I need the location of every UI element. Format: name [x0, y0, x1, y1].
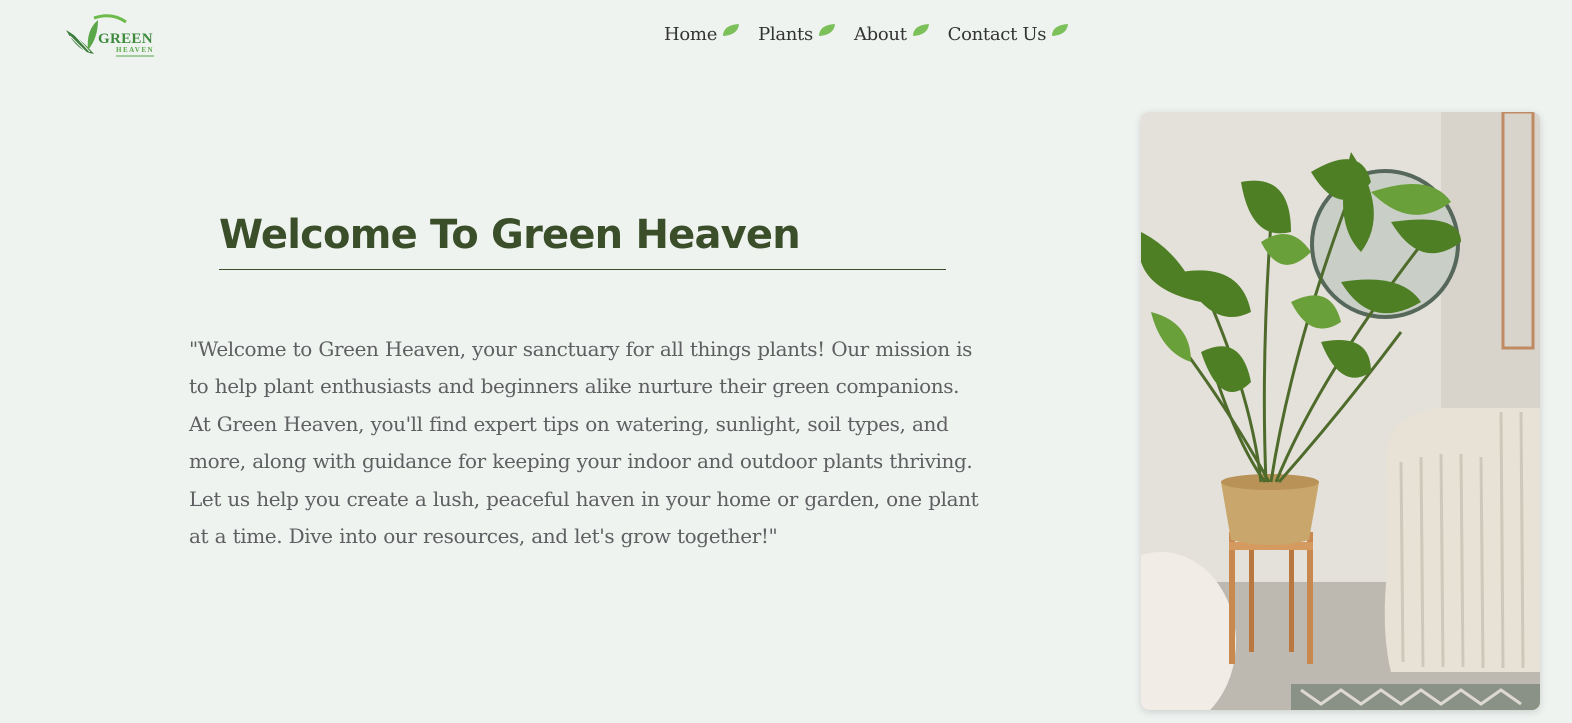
nav-contact[interactable]: Contact Us: [948, 22, 1070, 48]
intro-paragraph: "Welcome to Green Heaven, your sanctuary…: [189, 337, 979, 549]
leaf-icon: [1052, 24, 1069, 36]
nav-contact-label: Contact Us: [947, 24, 1047, 45]
logo-subword: HEAVEN: [116, 46, 155, 54]
nav-home-label: Home: [664, 24, 718, 45]
title-underline: [219, 269, 946, 270]
plant-photo: [1141, 112, 1540, 710]
nav-about-label: About: [853, 24, 907, 45]
page-title: Welcome To Green Heaven: [219, 212, 801, 258]
leaf-icon: [723, 24, 740, 36]
plant-image: [1141, 112, 1540, 710]
leaf-icon: [912, 24, 929, 36]
main-nav: Home Plants About Contact Us: [664, 22, 1087, 48]
nav-plants-label: Plants: [758, 24, 813, 45]
leaf-icon: [818, 24, 835, 36]
brand-logo[interactable]: GREEN HEAVEN: [64, 14, 156, 58]
nav-about[interactable]: About: [854, 22, 930, 48]
nav-plants[interactable]: Plants: [758, 22, 836, 48]
nav-home[interactable]: Home: [664, 22, 740, 48]
